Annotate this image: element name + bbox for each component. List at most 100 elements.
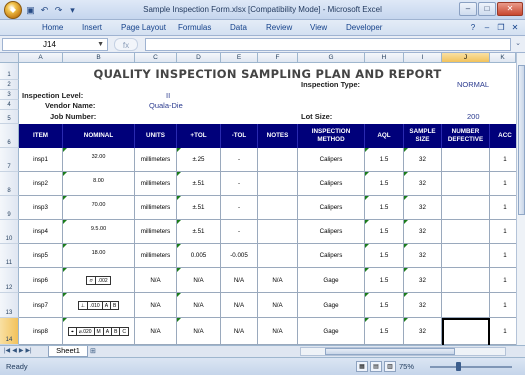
column-header-h[interactable]: H xyxy=(365,53,404,63)
row-header[interactable]: 8 xyxy=(0,172,19,196)
item-cell[interactable]: insp1 xyxy=(19,148,63,171)
plus-tol-cell[interactable]: 0.005 xyxy=(177,244,221,267)
sheet-tab-sheet1[interactable]: Sheet1 xyxy=(48,346,88,357)
column-header-a[interactable]: A xyxy=(19,53,63,63)
row-header[interactable]: 14 xyxy=(0,318,19,345)
aql-cell[interactable]: 1.5 xyxy=(365,293,404,317)
notes-cell[interactable] xyxy=(258,148,298,171)
zoom-level[interactable]: 75% xyxy=(399,362,414,371)
insert-sheet-icon[interactable]: ⊞ xyxy=(90,347,96,355)
row-header[interactable]: 9 xyxy=(0,196,19,220)
nominal-cell[interactable]: 9.5.00 xyxy=(63,220,135,243)
sample-size-cell[interactable]: 32 xyxy=(404,244,442,267)
plus-tol-cell[interactable]: N/A xyxy=(177,293,221,317)
inspection-level-value[interactable]: II xyxy=(166,91,170,100)
horizontal-scrollbar[interactable] xyxy=(300,347,506,356)
sample-size-cell[interactable]: 32 xyxy=(404,220,442,243)
row-header[interactable]: 3 xyxy=(0,90,19,100)
next-sheet-icon[interactable]: ▶ xyxy=(19,347,24,354)
page-break-view-icon[interactable]: ▥ xyxy=(384,361,396,372)
nominal-cell[interactable]: ⊥ .010 A B xyxy=(63,293,135,317)
defective-cell[interactable] xyxy=(442,220,490,243)
vendor-name-value[interactable]: Quala-Die xyxy=(149,101,183,110)
units-cell[interactable]: N/A xyxy=(135,268,177,292)
row-header[interactable]: 7 xyxy=(0,148,19,172)
sample-size-cell[interactable]: 32 xyxy=(404,196,442,219)
minus-tol-cell[interactable]: N/A xyxy=(221,293,258,317)
vertical-scrollbar[interactable] xyxy=(516,53,525,345)
method-cell[interactable]: Calipers xyxy=(298,196,365,219)
method-cell[interactable]: Calipers xyxy=(298,244,365,267)
notes-cell[interactable] xyxy=(258,244,298,267)
item-cell[interactable]: insp3 xyxy=(19,196,63,219)
units-cell[interactable]: millimeters xyxy=(135,172,177,195)
row-header[interactable]: 1 xyxy=(0,63,19,80)
row-header[interactable]: 12 xyxy=(0,268,19,293)
defective-cell[interactable] xyxy=(442,268,490,292)
method-cell[interactable]: Gage xyxy=(298,268,365,292)
defective-cell[interactable] xyxy=(442,196,490,219)
item-cell[interactable]: insp4 xyxy=(19,220,63,243)
method-cell[interactable]: Gage xyxy=(298,318,365,344)
tab-formulas[interactable]: Formulas xyxy=(178,23,211,32)
row-header[interactable]: 10 xyxy=(0,220,19,244)
defective-cell[interactable] xyxy=(442,244,490,267)
units-cell[interactable]: millimeters xyxy=(135,148,177,171)
plus-tol-cell[interactable]: ±.25 xyxy=(177,148,221,171)
column-header-b[interactable]: B xyxy=(63,53,135,63)
close-button[interactable]: ✕ xyxy=(497,2,523,16)
defective-cell[interactable] xyxy=(442,293,490,317)
acc-cell[interactable]: 1 xyxy=(490,196,516,219)
notes-cell[interactable]: N/A xyxy=(258,268,298,292)
tab-data[interactable]: Data xyxy=(230,23,247,32)
row-header[interactable]: 13 xyxy=(0,293,19,318)
column-header-c[interactable]: C xyxy=(135,53,177,63)
tab-developer[interactable]: Developer xyxy=(346,23,382,32)
select-all-corner[interactable] xyxy=(0,53,19,63)
acc-cell[interactable]: 1 xyxy=(490,148,516,171)
maximize-button[interactable]: □ xyxy=(478,2,496,16)
row-header[interactable]: 5 xyxy=(0,110,19,124)
notes-cell[interactable] xyxy=(258,220,298,243)
minus-tol-cell[interactable]: N/A xyxy=(221,318,258,344)
nominal-cell[interactable]: 18.00 xyxy=(63,244,135,267)
aql-cell[interactable]: 1.5 xyxy=(365,196,404,219)
chevron-down-icon[interactable]: ▼ xyxy=(97,39,104,51)
row-header[interactable]: 11 xyxy=(0,244,19,268)
nominal-cell[interactable]: 8.00 xyxy=(63,172,135,195)
column-header-e[interactable]: E xyxy=(221,53,258,63)
nominal-cell[interactable]: ⌭ .002 xyxy=(63,268,135,292)
row-header[interactable]: 4 xyxy=(0,100,19,110)
units-cell[interactable]: millimeters xyxy=(135,220,177,243)
minimize-button[interactable]: – xyxy=(459,2,477,16)
minus-tol-cell[interactable]: -0.005 xyxy=(221,244,258,267)
zoom-slider-handle[interactable] xyxy=(456,362,461,371)
minus-tol-cell[interactable]: - xyxy=(221,220,258,243)
name-box[interactable]: J14 ▼ xyxy=(2,38,108,51)
aql-cell[interactable]: 1.5 xyxy=(365,148,404,171)
minus-tol-cell[interactable]: N/A xyxy=(221,268,258,292)
item-cell[interactable]: insp8 xyxy=(19,318,63,344)
zoom-slider[interactable] xyxy=(430,366,512,368)
vertical-scroll-thumb[interactable] xyxy=(518,65,525,215)
minus-tol-cell[interactable]: - xyxy=(221,172,258,195)
prev-sheet-icon[interactable]: ◀ xyxy=(12,347,17,354)
item-cell[interactable]: insp6 xyxy=(19,268,63,292)
acc-cell[interactable]: 1 xyxy=(490,172,516,195)
sample-size-cell[interactable]: 32 xyxy=(404,293,442,317)
ribbon-restore-icon[interactable]: ❐ xyxy=(495,22,507,33)
plus-tol-cell[interactable]: N/A xyxy=(177,268,221,292)
acc-cell[interactable]: 1 xyxy=(490,220,516,243)
tab-view[interactable]: View xyxy=(310,23,327,32)
method-cell[interactable]: Calipers xyxy=(298,220,365,243)
ribbon-minimize-icon[interactable]: – xyxy=(481,22,493,33)
acc-cell[interactable]: 1 xyxy=(490,268,516,292)
units-cell[interactable]: N/A xyxy=(135,293,177,317)
defective-cell[interactable] xyxy=(442,172,490,195)
inspection-type-value[interactable]: NORMAL xyxy=(457,80,489,89)
row-header[interactable]: 2 xyxy=(0,80,19,90)
nominal-cell[interactable]: ⌖ ⌀.020 M A B C xyxy=(63,318,135,344)
units-cell[interactable]: N/A xyxy=(135,318,177,344)
units-cell[interactable]: millimeters xyxy=(135,196,177,219)
item-cell[interactable]: insp7 xyxy=(19,293,63,317)
